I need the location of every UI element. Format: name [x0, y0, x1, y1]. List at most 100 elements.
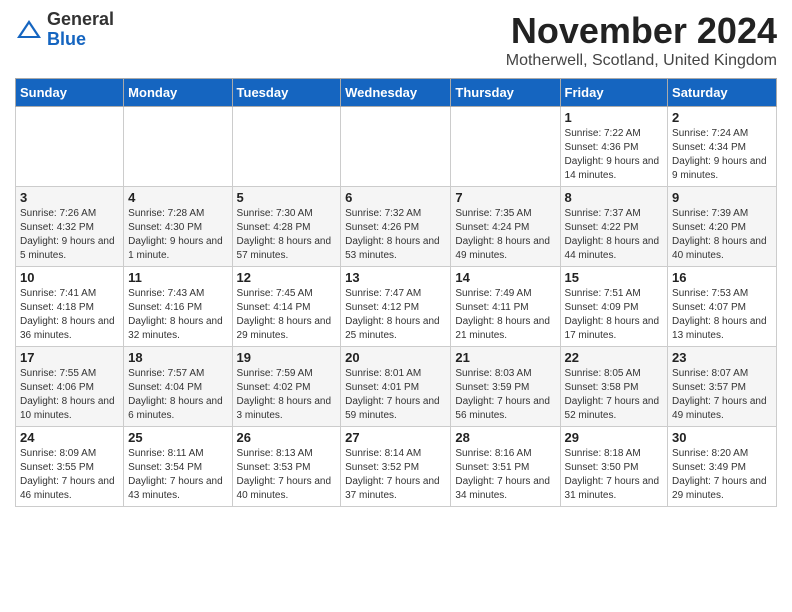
day-info: Sunrise: 7:37 AM Sunset: 4:22 PM Dayligh…	[565, 207, 664, 263]
calendar-cell: 1 Sunrise: 7:22 AM Sunset: 4:36 PM Daylig…	[560, 107, 668, 187]
main-title: November 2024	[506, 10, 777, 52]
day-info: Sunrise: 7:24 AM Sunset: 4:34 PM Dayligh…	[672, 127, 772, 183]
day-number: 16	[672, 270, 772, 285]
logo-text: General Blue	[47, 10, 114, 50]
calendar-cell: 18Sunrise: 7:57 AM Sunset: 4:04 PM Dayli…	[124, 347, 232, 427]
day-number: 3	[20, 190, 119, 205]
day-number: 8	[565, 190, 664, 205]
calendar-cell: 21 Sunrise: 8:03 AM Sunset: 3:59 PM Dayli…	[451, 347, 560, 427]
calendar-header-monday: Monday	[124, 79, 232, 107]
calendar-cell: 3 Sunrise: 7:26 AM Sunset: 4:32 PM Daylig…	[16, 187, 124, 267]
day-info: Sunrise: 7:35 AM Sunset: 4:24 PM Dayligh…	[455, 207, 555, 263]
calendar-cell	[341, 107, 451, 187]
day-info: Sunrise: 7:49 AM Sunset: 4:11 PM Dayligh…	[455, 287, 555, 343]
day-info: Sunrise: 7:30 AM Sunset: 4:28 PM Dayligh…	[237, 207, 337, 263]
logo: General Blue	[15, 10, 114, 50]
day-info: Sunrise: 8:07 AM Sunset: 3:57 PM Dayligh…	[672, 367, 772, 423]
day-info: Sunrise: 7:47 AM Sunset: 4:12 PM Dayligh…	[345, 287, 446, 343]
calendar-cell	[451, 107, 560, 187]
calendar-cell: 13 Sunrise: 7:47 AM Sunset: 4:12 PM Dayli…	[341, 267, 451, 347]
day-number: 17	[20, 350, 119, 365]
calendar-cell: 4Sunrise: 7:28 AM Sunset: 4:30 PM Daylig…	[124, 187, 232, 267]
day-info: Sunrise: 7:53 AM Sunset: 4:07 PM Dayligh…	[672, 287, 772, 343]
day-info: Sunrise: 7:57 AM Sunset: 4:04 PM Dayligh…	[128, 367, 227, 423]
day-info: Sunrise: 8:05 AM Sunset: 3:58 PM Dayligh…	[565, 367, 664, 423]
day-number: 6	[345, 190, 446, 205]
day-number: 5	[237, 190, 337, 205]
day-info: Sunrise: 8:14 AM Sunset: 3:52 PM Dayligh…	[345, 447, 446, 503]
day-info: Sunrise: 8:13 AM Sunset: 3:53 PM Dayligh…	[237, 447, 337, 503]
day-number: 21	[455, 350, 555, 365]
calendar-cell: 7 Sunrise: 7:35 AM Sunset: 4:24 PM Daylig…	[451, 187, 560, 267]
calendar-cell: 30Sunrise: 8:20 AM Sunset: 3:49 PM Dayli…	[668, 427, 777, 507]
day-number: 1	[565, 110, 664, 125]
day-number: 24	[20, 430, 119, 445]
calendar-week-5: 24 Sunrise: 8:09 AM Sunset: 3:55 PM Dayli…	[16, 427, 777, 507]
calendar-week-2: 3 Sunrise: 7:26 AM Sunset: 4:32 PM Daylig…	[16, 187, 777, 267]
day-info: Sunrise: 7:22 AM Sunset: 4:36 PM Dayligh…	[565, 127, 664, 183]
calendar-header-thursday: Thursday	[451, 79, 560, 107]
calendar-week-3: 10 Sunrise: 7:41 AM Sunset: 4:18 PM Dayli…	[16, 267, 777, 347]
day-info: Sunrise: 7:41 AM Sunset: 4:18 PM Dayligh…	[20, 287, 119, 343]
day-info: Sunrise: 7:45 AM Sunset: 4:14 PM Dayligh…	[237, 287, 337, 343]
day-number: 4	[128, 190, 227, 205]
calendar-cell: 2 Sunrise: 7:24 AM Sunset: 4:34 PM Daylig…	[668, 107, 777, 187]
calendar-cell: 28Sunrise: 8:16 AM Sunset: 3:51 PM Dayli…	[451, 427, 560, 507]
day-info: Sunrise: 8:03 AM Sunset: 3:59 PM Dayligh…	[455, 367, 555, 423]
day-number: 29	[565, 430, 664, 445]
day-number: 25	[128, 430, 227, 445]
calendar-cell: 9Sunrise: 7:39 AM Sunset: 4:20 PM Daylig…	[668, 187, 777, 267]
day-info: Sunrise: 8:20 AM Sunset: 3:49 PM Dayligh…	[672, 447, 772, 503]
calendar-cell: 16 Sunrise: 7:53 AM Sunset: 4:07 PM Dayli…	[668, 267, 777, 347]
logo-general: General	[47, 9, 114, 29]
day-number: 19	[237, 350, 337, 365]
calendar-cell: 14Sunrise: 7:49 AM Sunset: 4:11 PM Dayli…	[451, 267, 560, 347]
day-info: Sunrise: 7:26 AM Sunset: 4:32 PM Dayligh…	[20, 207, 119, 263]
calendar-cell: 23 Sunrise: 8:07 AM Sunset: 3:57 PM Dayli…	[668, 347, 777, 427]
header: General Blue November 2024 Motherwell, S…	[15, 10, 777, 70]
day-info: Sunrise: 8:01 AM Sunset: 4:01 PM Dayligh…	[345, 367, 446, 423]
calendar-cell: 29 Sunrise: 8:18 AM Sunset: 3:50 PM Dayli…	[560, 427, 668, 507]
calendar-cell: 8 Sunrise: 7:37 AM Sunset: 4:22 PM Daylig…	[560, 187, 668, 267]
day-number: 22	[565, 350, 664, 365]
subtitle: Motherwell, Scotland, United Kingdom	[506, 52, 777, 70]
calendar-cell	[16, 107, 124, 187]
calendar-header-row: SundayMondayTuesdayWednesdayThursdayFrid…	[16, 79, 777, 107]
day-number: 13	[345, 270, 446, 285]
calendar-cell: 20Sunrise: 8:01 AM Sunset: 4:01 PM Dayli…	[341, 347, 451, 427]
day-info: Sunrise: 8:09 AM Sunset: 3:55 PM Dayligh…	[20, 447, 119, 503]
calendar-cell: 5 Sunrise: 7:30 AM Sunset: 4:28 PM Daylig…	[232, 187, 341, 267]
calendar-cell: 24 Sunrise: 8:09 AM Sunset: 3:55 PM Dayli…	[16, 427, 124, 507]
calendar-cell: 26 Sunrise: 8:13 AM Sunset: 3:53 PM Dayli…	[232, 427, 341, 507]
calendar-week-4: 17 Sunrise: 7:55 AM Sunset: 4:06 PM Dayli…	[16, 347, 777, 427]
calendar-header-saturday: Saturday	[668, 79, 777, 107]
logo-blue: Blue	[47, 29, 86, 49]
calendar-header-tuesday: Tuesday	[232, 79, 341, 107]
calendar-cell: 27Sunrise: 8:14 AM Sunset: 3:52 PM Dayli…	[341, 427, 451, 507]
day-info: Sunrise: 7:39 AM Sunset: 4:20 PM Dayligh…	[672, 207, 772, 263]
logo-icon	[15, 16, 43, 44]
title-area: November 2024 Motherwell, Scotland, Unit…	[506, 10, 777, 70]
day-info: Sunrise: 7:51 AM Sunset: 4:09 PM Dayligh…	[565, 287, 664, 343]
day-number: 7	[455, 190, 555, 205]
day-info: Sunrise: 8:18 AM Sunset: 3:50 PM Dayligh…	[565, 447, 664, 503]
day-number: 10	[20, 270, 119, 285]
calendar-cell: 19 Sunrise: 7:59 AM Sunset: 4:02 PM Dayli…	[232, 347, 341, 427]
calendar-week-1: 1 Sunrise: 7:22 AM Sunset: 4:36 PM Daylig…	[16, 107, 777, 187]
day-number: 23	[672, 350, 772, 365]
calendar-cell: 11Sunrise: 7:43 AM Sunset: 4:16 PM Dayli…	[124, 267, 232, 347]
calendar-cell: 6 Sunrise: 7:32 AM Sunset: 4:26 PM Daylig…	[341, 187, 451, 267]
day-info: Sunrise: 8:16 AM Sunset: 3:51 PM Dayligh…	[455, 447, 555, 503]
day-info: Sunrise: 7:55 AM Sunset: 4:06 PM Dayligh…	[20, 367, 119, 423]
day-info: Sunrise: 7:59 AM Sunset: 4:02 PM Dayligh…	[237, 367, 337, 423]
calendar-cell: 10 Sunrise: 7:41 AM Sunset: 4:18 PM Dayli…	[16, 267, 124, 347]
calendar-cell: 15Sunrise: 7:51 AM Sunset: 4:09 PM Dayli…	[560, 267, 668, 347]
day-number: 11	[128, 270, 227, 285]
day-number: 26	[237, 430, 337, 445]
day-info: Sunrise: 7:32 AM Sunset: 4:26 PM Dayligh…	[345, 207, 446, 263]
day-number: 12	[237, 270, 337, 285]
calendar-cell	[232, 107, 341, 187]
day-number: 2	[672, 110, 772, 125]
calendar: SundayMondayTuesdayWednesdayThursdayFrid…	[15, 78, 777, 507]
calendar-header-friday: Friday	[560, 79, 668, 107]
